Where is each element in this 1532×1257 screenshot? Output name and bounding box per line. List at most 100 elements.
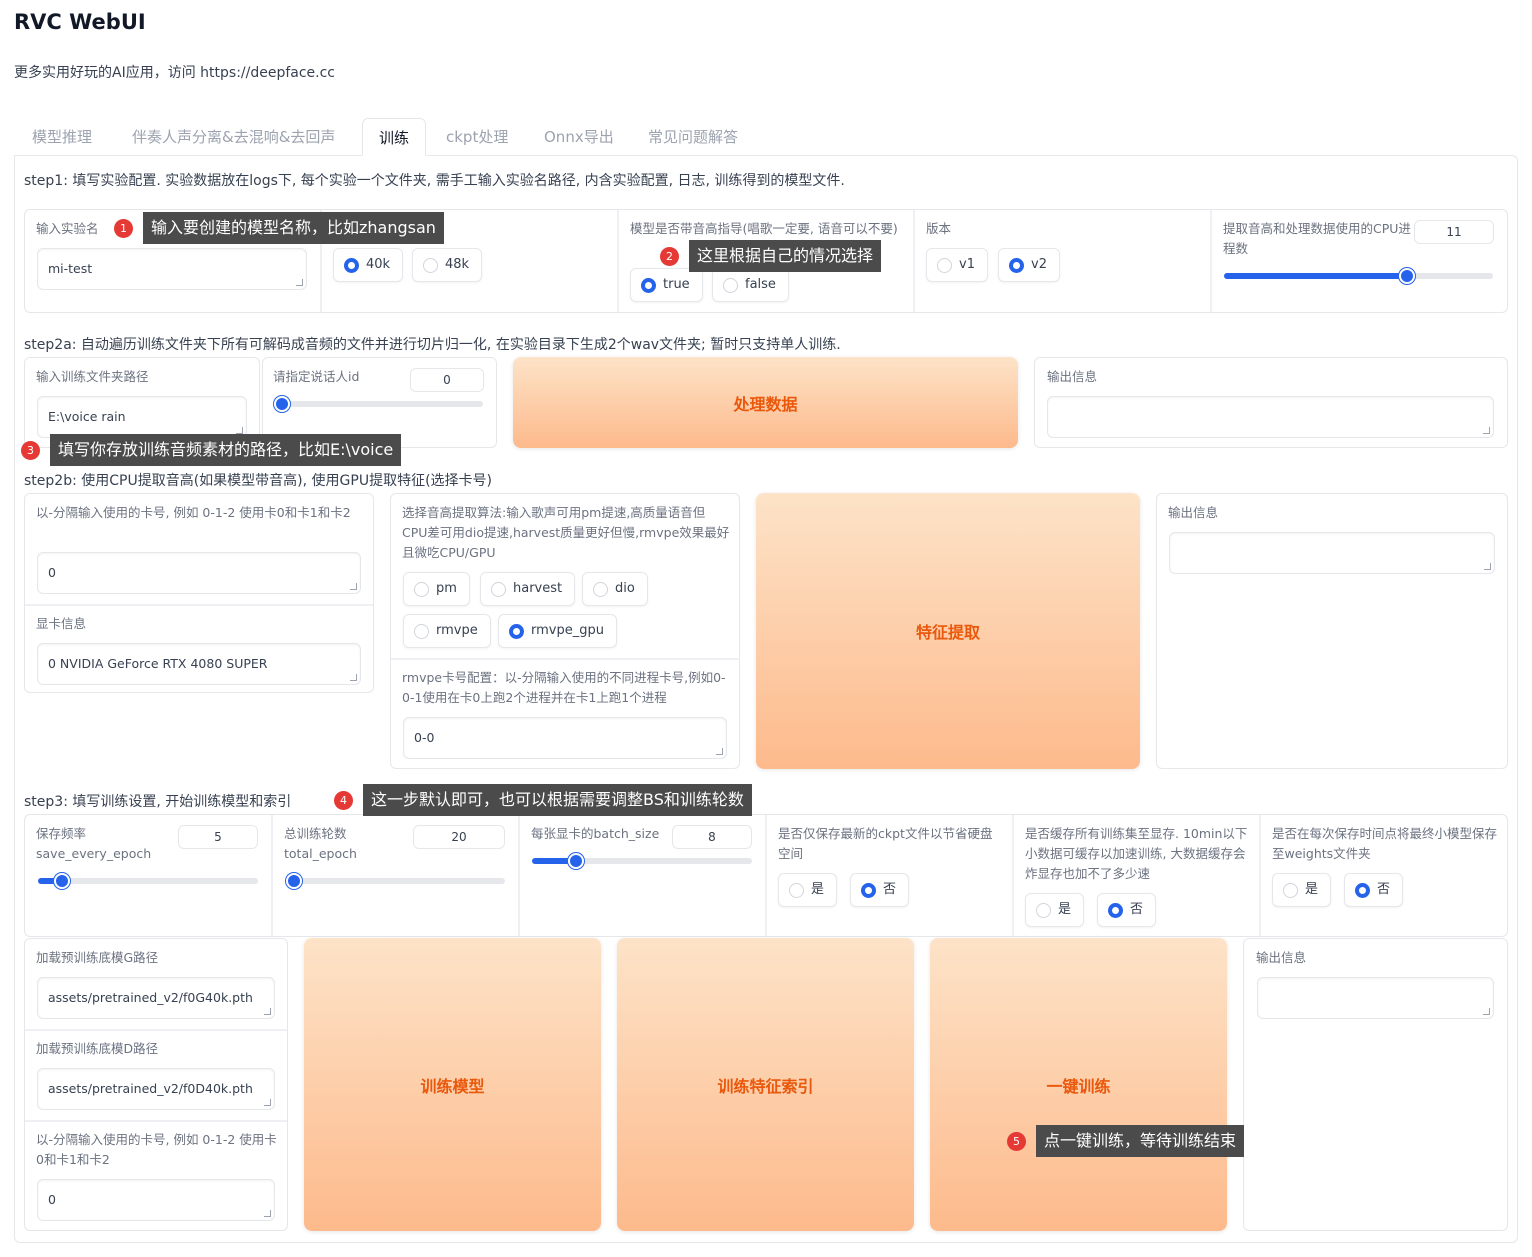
exp-name-input[interactable]: mi-test: [37, 248, 307, 290]
tab-train[interactable]: 训练: [362, 118, 427, 156]
f0-method-label: 选择音高提取算法:输入歌声可用pm提速,高质量语音但CPU差可用dio提速,ha…: [402, 505, 730, 560]
cache-gpu-yes-radio[interactable]: 是: [1025, 893, 1085, 927]
slider-fill: [1224, 273, 1407, 279]
gpus-input[interactable]: 0: [37, 552, 361, 594]
f0-rmvpe-gpu-label: rmvpe_gpu: [531, 623, 604, 638]
radio-dot-icon: [1355, 883, 1370, 898]
pretrained-g-input[interactable]: assets/pretrained_v2/f0G40k.pth: [37, 977, 275, 1019]
tab-faq[interactable]: 常见问题解答: [632, 118, 754, 156]
radio-dot-icon: [414, 582, 429, 597]
batch-size-slider[interactable]: [532, 853, 752, 869]
slider-thumb[interactable]: [1399, 268, 1415, 284]
version-v1-label: v1: [959, 257, 975, 272]
step1-description: step1: 填写实验配置. 实验数据放在logs下, 每个实验一个文件夹, 需…: [24, 173, 845, 189]
f0-pm-radio[interactable]: pm: [403, 572, 470, 606]
step2b-output-textbox: [1169, 532, 1495, 574]
radio-dot-icon: [1283, 883, 1298, 898]
no-label: 否: [1377, 882, 1391, 897]
batch-size-input[interactable]: 8: [672, 825, 752, 849]
step3-description: step3: 填写训练设置, 开始训练模型和索引: [24, 794, 292, 810]
train-gpus-input[interactable]: 0: [37, 1179, 275, 1221]
annotation-4: 这一步默认即可，也可以根据需要调整BS和训练轮数: [363, 784, 752, 816]
process-data-button[interactable]: 处理数据: [513, 357, 1018, 448]
radio-dot-icon: [789, 883, 804, 898]
tab-inference[interactable]: 模型推理: [16, 118, 108, 156]
train-dir-label: 输入训练文件夹路径: [36, 369, 149, 384]
divider: [1259, 815, 1261, 936]
pitch-true-radio[interactable]: true: [630, 268, 703, 302]
speaker-id-slider[interactable]: [274, 396, 483, 412]
total-epoch-slider[interactable]: [286, 873, 505, 889]
sr-48k-radio[interactable]: 48k: [412, 248, 483, 282]
divider: [765, 815, 767, 936]
total-epoch-input[interactable]: 20: [413, 825, 505, 849]
cache-gpu-no-radio[interactable]: 否: [1097, 893, 1157, 927]
train-dir-input[interactable]: E:\voice rain: [37, 396, 247, 438]
pretrained-d-input[interactable]: assets/pretrained_v2/f0D40k.pth: [37, 1068, 275, 1110]
f0-dio-label: dio: [615, 581, 635, 596]
divider: [391, 658, 739, 660]
gpu-info-textbox[interactable]: 0 NVIDIA GeForce RTX 4080 SUPER: [37, 643, 361, 685]
divider: [25, 1029, 287, 1031]
annotation-badge-5: 5: [1007, 1132, 1026, 1151]
total-epoch-label: 总训练轮数total_epoch: [284, 826, 357, 861]
f0-dio-radio[interactable]: dio: [582, 572, 648, 606]
version-v1-radio[interactable]: v1: [926, 248, 988, 282]
slider-thumb[interactable]: [54, 873, 70, 889]
sr-40k-label: 40k: [366, 257, 391, 272]
slider-thumb[interactable]: [568, 853, 584, 869]
cpu-processes-slider[interactable]: [1224, 268, 1493, 284]
radio-dot-icon: [423, 258, 438, 273]
divider: [518, 815, 520, 936]
train-gpus-label: 以-分隔输入使用的卡号, 例如 0-1-2 使用卡0和卡1和卡2: [36, 1132, 277, 1167]
radio-dot-icon: [1108, 903, 1123, 918]
train-index-button[interactable]: 训练特征索引: [617, 938, 914, 1231]
step2a-description: step2a: 自动遍历训练文件夹下所有可解码成音频的文件并进行切片归一化, 在…: [24, 337, 841, 353]
batch-size-label: 每张显卡的batch_size: [531, 826, 660, 841]
annotation-badge-4: 4: [334, 791, 353, 810]
step2a-output-label: 输出信息: [1047, 369, 1098, 384]
tab-separation[interactable]: 伴奏人声分离&去混响&去回声: [116, 118, 351, 156]
save-weights-yes-radio[interactable]: 是: [1272, 873, 1332, 907]
no-label: 否: [1130, 902, 1144, 917]
divider: [1210, 210, 1212, 312]
annotation-1: 输入要创建的模型名称，比如zhangsan: [143, 212, 444, 244]
speaker-id-input[interactable]: 0: [410, 368, 484, 392]
f0-harvest-radio[interactable]: harvest: [480, 572, 576, 606]
save-latest-no-radio[interactable]: 否: [850, 873, 910, 907]
pitch-false-radio[interactable]: false: [712, 268, 789, 302]
divider: [271, 815, 273, 936]
annotation-badge-1: 1: [114, 219, 133, 238]
tab-ckpt[interactable]: ckpt处理: [430, 118, 524, 156]
app-subtitle: 更多实用好玩的AI应用，访问 https://deepface.cc: [14, 65, 336, 81]
sr-40k-radio[interactable]: 40k: [333, 248, 404, 282]
gpus-label: 以-分隔输入使用的卡号, 例如 0-1-2 使用卡0和卡1和卡2: [36, 505, 351, 520]
speaker-id-label: 请指定说话人id: [273, 369, 360, 384]
train-model-button[interactable]: 训练模型: [304, 938, 601, 1231]
save-latest-yes-radio[interactable]: 是: [778, 873, 838, 907]
slider-thumb[interactable]: [274, 396, 290, 412]
rmvpe-gpus-input[interactable]: 0-0: [403, 717, 727, 759]
f0-harvest-label: harvest: [513, 581, 563, 596]
f0-rmvpe-gpu-radio[interactable]: rmvpe_gpu: [498, 614, 617, 648]
radio-dot-icon: [641, 278, 656, 293]
f0-rmvpe-radio[interactable]: rmvpe: [403, 614, 491, 648]
version-v2-radio[interactable]: v2: [998, 248, 1060, 282]
radio-dot-icon: [593, 582, 608, 597]
tab-onnx[interactable]: Onnx导出: [528, 118, 630, 156]
save-weights-no-radio[interactable]: 否: [1344, 873, 1404, 907]
annotation-badge-2: 2: [660, 247, 679, 266]
cpu-processes-input[interactable]: 11: [1414, 220, 1494, 244]
extract-features-button[interactable]: 特征提取: [756, 493, 1140, 769]
pretrained-g-label: 加载预训练底模G路径: [36, 950, 159, 965]
divider: [25, 1120, 287, 1122]
radio-dot-icon: [1009, 258, 1024, 273]
save-freq-slider[interactable]: [38, 873, 258, 889]
save-weights-label: 是否在每次保存时间点将最终小模型保存至weights文件夹: [1272, 826, 1498, 861]
divider: [25, 604, 373, 606]
slider-thumb[interactable]: [286, 873, 302, 889]
pitch-false-label: false: [745, 277, 776, 292]
cache-gpu-label: 是否缓存所有训练集至显存. 10min以下小数据可缓存以加速训练, 大数据缓存会…: [1025, 826, 1248, 881]
save-freq-input[interactable]: 5: [178, 825, 258, 849]
one-click-train-button[interactable]: 一键训练: [930, 938, 1227, 1231]
